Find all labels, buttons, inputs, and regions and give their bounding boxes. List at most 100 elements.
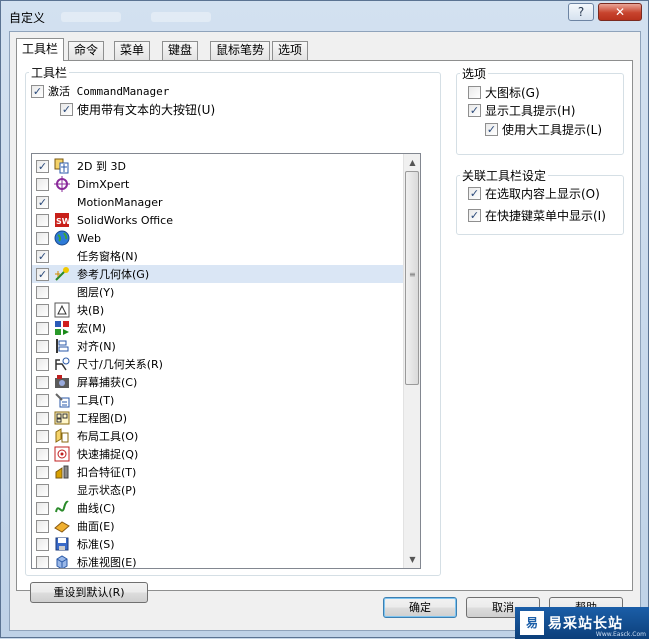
- context-group-label: 关联工具栏设定: [460, 167, 549, 184]
- list-item[interactable]: 快速捕捉(Q): [32, 445, 403, 463]
- tab-mouse-gestures[interactable]: 鼠标笔势: [210, 41, 271, 60]
- list-item[interactable]: ✓ 参考几何体(G): [32, 265, 403, 283]
- title-bar[interactable]: 自定义 ? ✕: [1, 1, 648, 31]
- help-title-button[interactable]: ?: [568, 3, 594, 21]
- reset-defaults-button[interactable]: 重设到默认(R): [30, 582, 148, 603]
- context-toolbar-group: [456, 175, 624, 235]
- dimension-relation-icon: [53, 356, 70, 372]
- checkbox-box[interactable]: [36, 357, 49, 371]
- close-icon: ✕: [614, 5, 626, 19]
- ok-button[interactable]: 确定: [383, 597, 457, 618]
- list-item[interactable]: ✓ 2D 到 3D: [32, 157, 403, 175]
- show-on-selection-checkbox[interactable]: ✓ 在选取内容上显示(O): [468, 185, 600, 202]
- standard-views-icon: [53, 554, 70, 568]
- checkbox-box[interactable]: ✓: [36, 195, 49, 209]
- background-ghost: [61, 12, 121, 22]
- list-item[interactable]: 块(B): [32, 301, 403, 319]
- quick-snap-icon: [53, 446, 70, 462]
- list-item[interactable]: SW SolidWorks Office: [32, 211, 403, 229]
- checkbox-box: ✓: [468, 209, 481, 222]
- tab-keyboard[interactable]: 键盘: [162, 41, 199, 60]
- show-in-shortcut-checkbox[interactable]: ✓ 在快捷键菜单中显示(I): [468, 207, 606, 224]
- checkbox-box[interactable]: [36, 537, 49, 551]
- list-item[interactable]: 工程图(D): [32, 409, 403, 427]
- checkbox-box[interactable]: [36, 483, 49, 497]
- list-item[interactable]: 屏幕捕获(C): [32, 373, 403, 391]
- checkbox-box[interactable]: [36, 213, 49, 227]
- checkbox-box[interactable]: [36, 519, 49, 533]
- list-item[interactable]: 曲线(C): [32, 499, 403, 517]
- row-icon-slot: [53, 482, 70, 498]
- list-item[interactable]: 图层(Y): [32, 283, 403, 301]
- checkbox-box[interactable]: [36, 285, 49, 299]
- tab-options[interactable]: 选项: [272, 41, 309, 60]
- tab-menus[interactable]: 菜单: [114, 41, 151, 60]
- row-icon-slot: [53, 194, 70, 210]
- checkbox-box[interactable]: ✓: [36, 159, 49, 173]
- watermark-text: 易采站长站: [548, 616, 623, 632]
- tab-toolbars[interactable]: 工具栏: [16, 38, 65, 61]
- list-item[interactable]: ✓ 任务窗格(N): [32, 247, 403, 265]
- surfaces-icon: [53, 518, 70, 534]
- grip-icon: ≡: [409, 270, 416, 279]
- align-icon: [53, 338, 70, 354]
- list-item[interactable]: 标准(S): [32, 535, 403, 553]
- row-icon-slot: [53, 284, 70, 300]
- 2d-to-3d-icon: [53, 158, 70, 174]
- checkbox-box[interactable]: [36, 375, 49, 389]
- checkbox-box[interactable]: [36, 555, 49, 568]
- checkbox-box[interactable]: [36, 393, 49, 407]
- list-item[interactable]: 工具(T): [32, 391, 403, 409]
- screen-capture-icon: [53, 374, 70, 390]
- drawing-icon: [53, 410, 70, 426]
- checkbox-box[interactable]: ✓: [36, 267, 49, 281]
- checkbox-box[interactable]: [36, 339, 49, 353]
- checkbox-label: 使用大工具提示(L): [502, 123, 603, 137]
- list-item[interactable]: 对齐(N): [32, 337, 403, 355]
- checkbox-box[interactable]: ✓: [36, 249, 49, 263]
- list-item[interactable]: 扣合特征(T): [32, 463, 403, 481]
- checkbox-box: ✓: [468, 187, 481, 200]
- window-title: 自定义: [9, 11, 46, 25]
- layout-tools-icon: [53, 428, 70, 444]
- show-tooltips-checkbox[interactable]: ✓ 显示工具提示(H): [468, 102, 575, 119]
- checkbox-box[interactable]: [36, 501, 49, 515]
- list-item[interactable]: 布局工具(O): [32, 427, 403, 445]
- list-item[interactable]: 显示状态(P): [32, 481, 403, 499]
- toolbar-list[interactable]: ✓ 2D 到 3D DimXpert ✓ MotionManager SW So…: [31, 153, 421, 569]
- watermark-logo-icon: 易: [520, 611, 544, 635]
- toolbars-group-label: 工具栏: [29, 64, 70, 81]
- activate-commandmanager-checkbox[interactable]: ✓ 激活 CommandManager: [31, 83, 169, 99]
- large-icons-checkbox[interactable]: 大图标(G): [468, 84, 540, 101]
- list-item[interactable]: ✓ MotionManager: [32, 193, 403, 211]
- options-group-label: 选项: [460, 65, 489, 82]
- checkbox-box[interactable]: [36, 321, 49, 335]
- row-icon-slot: [53, 248, 70, 264]
- list-item[interactable]: DimXpert: [32, 175, 403, 193]
- checkbox-box[interactable]: [36, 429, 49, 443]
- checkbox-box[interactable]: [36, 177, 49, 191]
- list-scrollbar[interactable]: ▲ ≡ ▼: [403, 154, 420, 568]
- checkbox-label: 在选取内容上显示(O): [485, 187, 600, 201]
- list-item[interactable]: 曲面(E): [32, 517, 403, 535]
- scroll-down-icon[interactable]: ▼: [404, 551, 420, 568]
- toolbars-panel: 工具栏 ✓ 激活 CommandManager ✓ 使用带有文本的大按钮(U) …: [16, 60, 633, 603]
- large-tooltips-checkbox[interactable]: ✓ 使用大工具提示(L): [485, 121, 602, 138]
- close-button[interactable]: ✕: [598, 3, 642, 21]
- checkbox-box[interactable]: [36, 465, 49, 479]
- checkbox-box[interactable]: [36, 303, 49, 317]
- checkbox-box[interactable]: [36, 231, 49, 245]
- list-item[interactable]: 尺寸/几何关系(R): [32, 355, 403, 373]
- list-item[interactable]: 标准视图(E): [32, 553, 403, 568]
- large-buttons-text-checkbox[interactable]: ✓ 使用带有文本的大按钮(U): [60, 101, 215, 118]
- tools-icon: [53, 392, 70, 408]
- list-item[interactable]: Web: [32, 229, 403, 247]
- tab-commands[interactable]: 命令: [68, 41, 105, 60]
- scroll-up-icon[interactable]: ▲: [404, 154, 420, 171]
- customize-dialog: 自定义 ? ✕ 工具栏 命令 菜单 键盘 鼠标笔势 选项 工具栏 ✓ 激活 Co…: [0, 0, 649, 639]
- checkbox-box[interactable]: [36, 447, 49, 461]
- list-item[interactable]: 宏(M): [32, 319, 403, 337]
- web-globe-icon: [53, 230, 70, 246]
- scroll-thumb[interactable]: ≡: [405, 171, 419, 385]
- checkbox-box[interactable]: [36, 411, 49, 425]
